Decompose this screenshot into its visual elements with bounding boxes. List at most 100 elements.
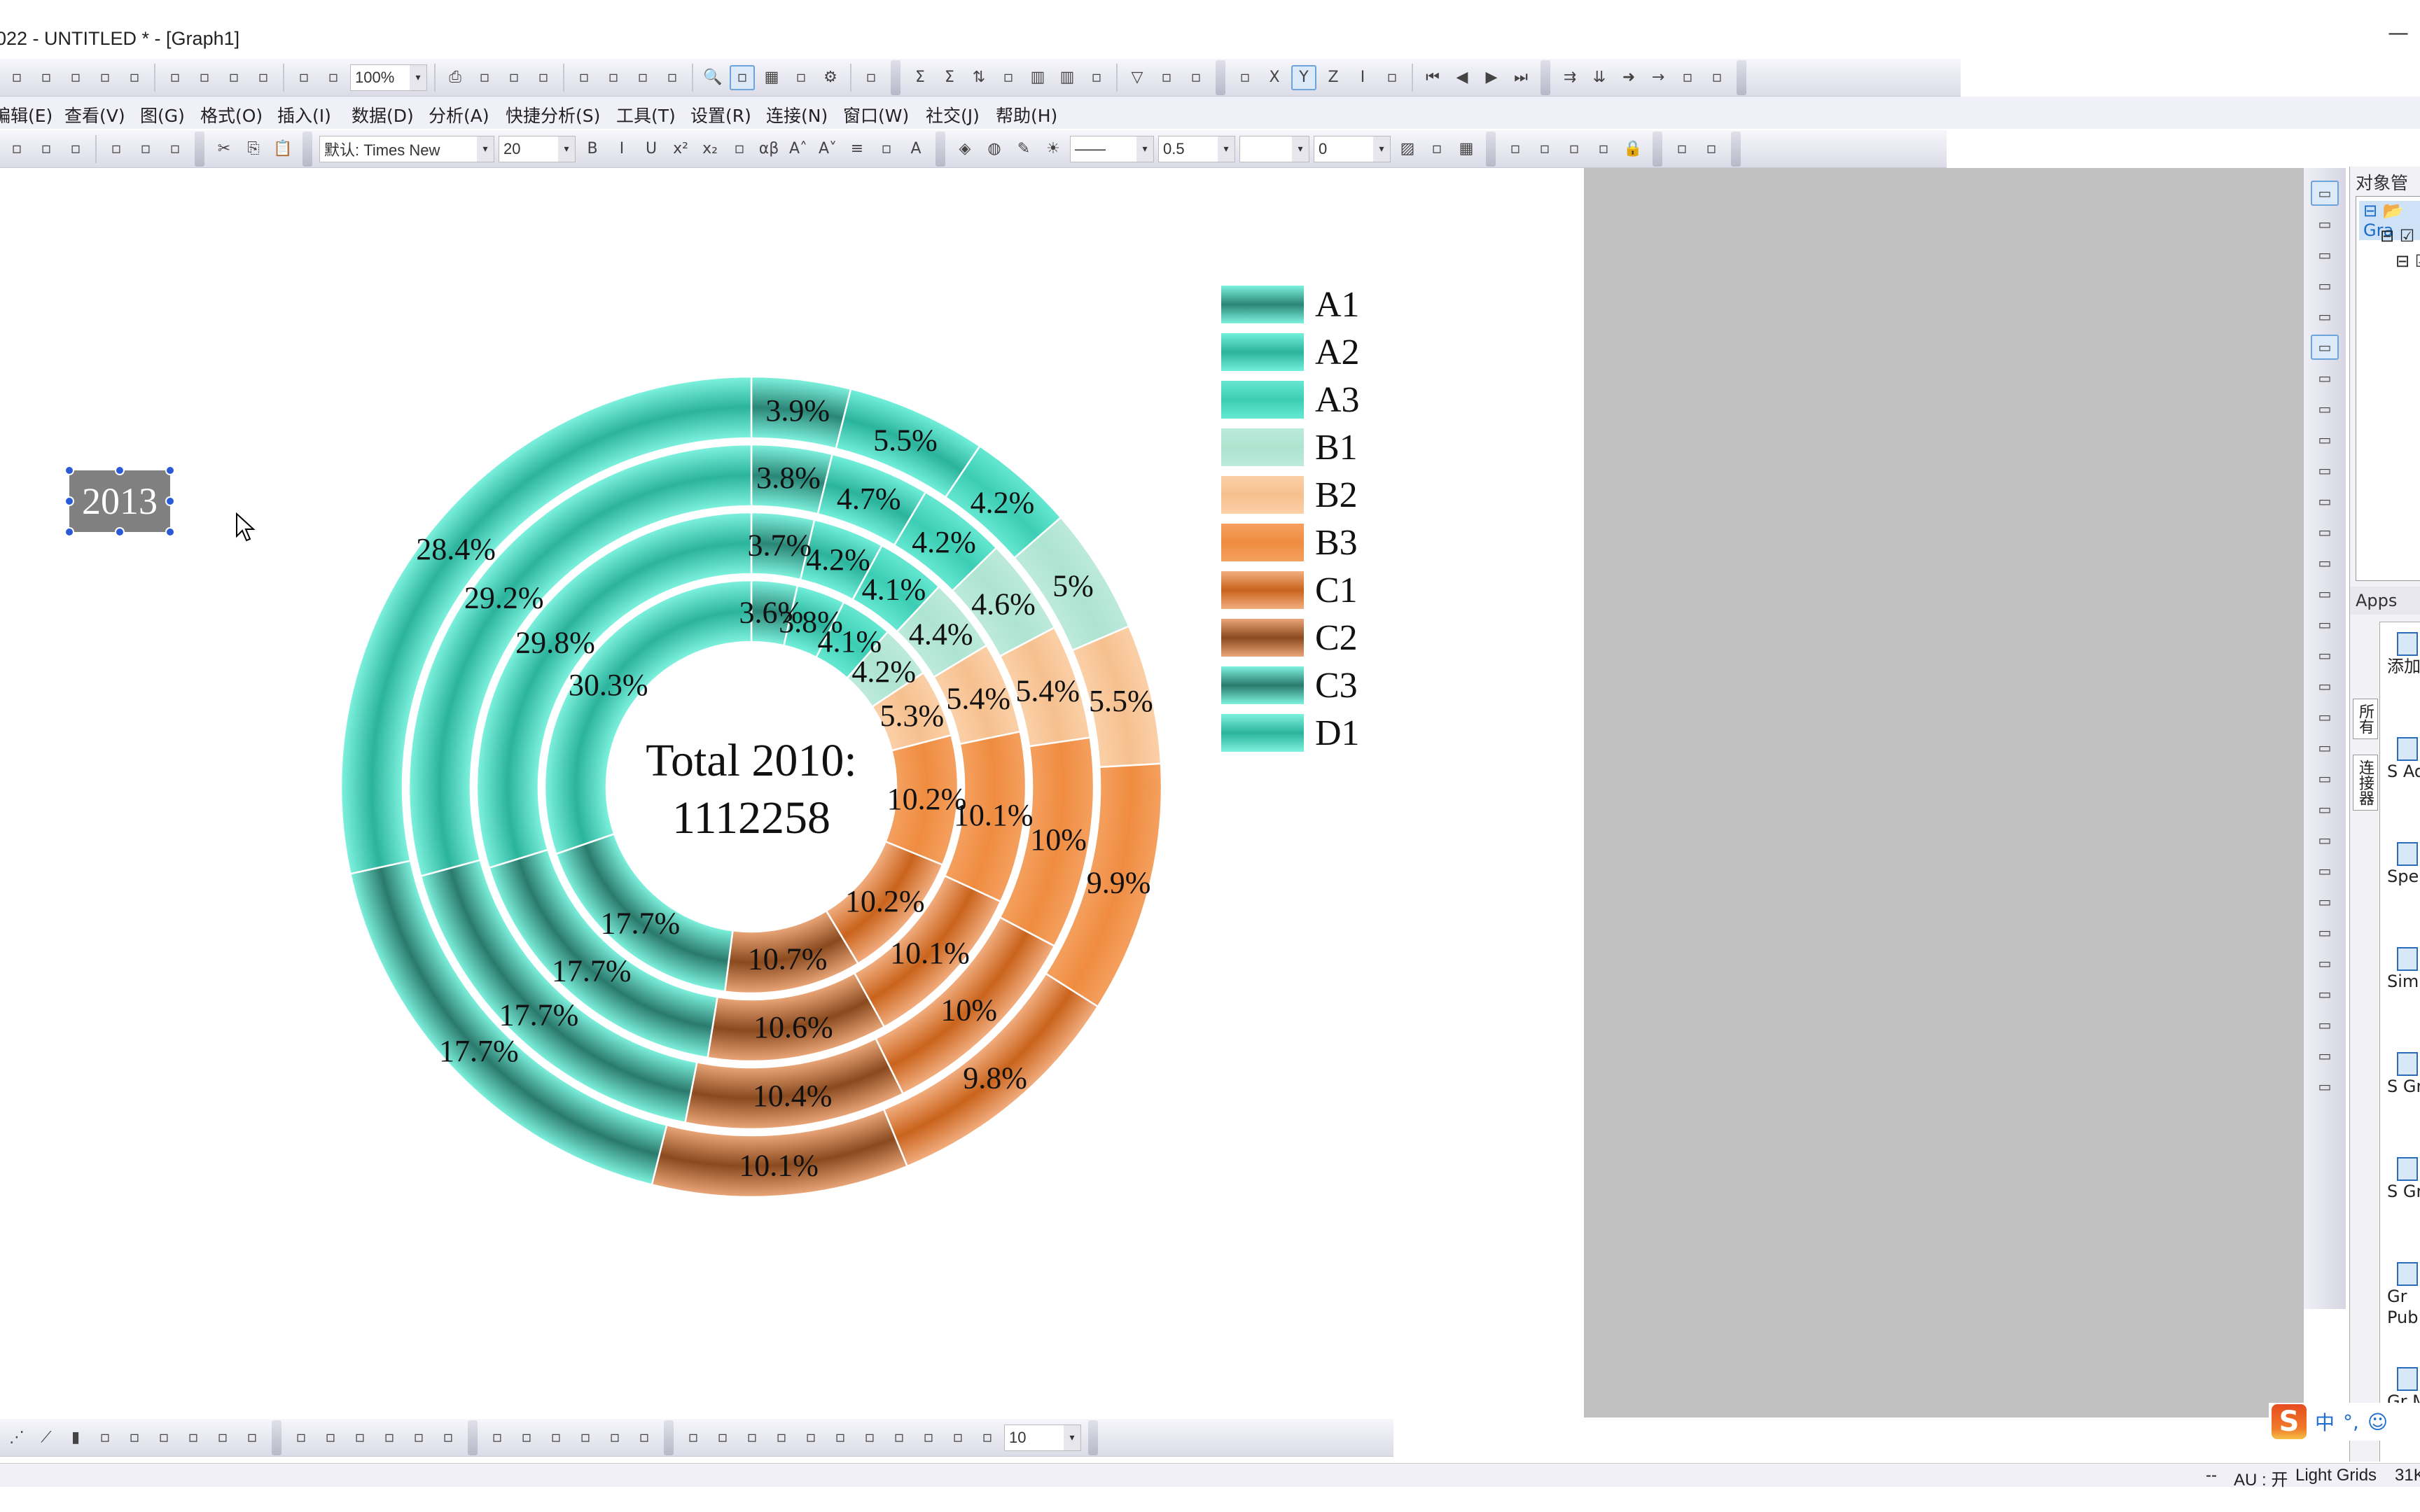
axis-top-icon[interactable]: ▭ xyxy=(2311,519,2339,545)
3d-walls-icon[interactable]: ▫ xyxy=(406,1425,431,1450)
menu-item[interactable]: 窗口(W) xyxy=(843,102,909,127)
toolbar-grip[interactable] xyxy=(1653,131,1662,167)
contour-icon[interactable]: ▫ xyxy=(92,1425,118,1450)
toolbar-grip[interactable] xyxy=(1541,59,1550,95)
menu-item[interactable]: 数据(D) xyxy=(352,102,414,127)
fill-color-icon[interactable]: ◈ xyxy=(952,136,978,162)
polar-icon[interactable]: ▫ xyxy=(181,1425,206,1450)
set-as-z-icon[interactable]: Z xyxy=(1321,65,1346,90)
scatter-icon[interactable]: ⋰ xyxy=(4,1425,29,1450)
line-color-icon[interactable]: ✎ xyxy=(1011,136,1036,162)
3d-bar-icon[interactable]: ▫ xyxy=(318,1425,343,1450)
rotate-left-icon[interactable]: ▫ xyxy=(485,1425,510,1450)
column-spacing-icon[interactable]: ▫ xyxy=(874,136,899,162)
layer-add-icon[interactable]: ▫ xyxy=(4,136,29,162)
toolbar-grip[interactable] xyxy=(195,131,204,167)
unmerge-cells-icon[interactable]: ▫ xyxy=(1532,136,1557,162)
3d-surface-icon[interactable]: ▫ xyxy=(239,1425,265,1450)
new-graph-icon[interactable]: ▫ xyxy=(34,65,59,90)
graph-layers-icon[interactable]: ▫ xyxy=(630,65,655,90)
project-tree-icon[interactable]: ▫ xyxy=(660,65,685,90)
reset-3d-icon[interactable]: ▫ xyxy=(543,1425,569,1450)
filter-clear-icon[interactable]: ▫ xyxy=(1154,65,1179,90)
tilt-right-icon[interactable]: ▫ xyxy=(710,1425,735,1450)
toolbar-combo[interactable]: —— ▾ xyxy=(1070,135,1154,162)
axis-l-icon[interactable]: ▭ xyxy=(2311,612,2339,637)
set-as-y-icon[interactable]: Y xyxy=(1291,64,1316,90)
rotate-right-icon[interactable]: ▫ xyxy=(514,1425,539,1450)
chevron-down-icon[interactable]: ▾ xyxy=(477,136,494,162)
move-first-icon[interactable]: ⏮ xyxy=(1420,65,1445,90)
menu-item[interactable]: 设置(R) xyxy=(690,102,751,127)
menu-item[interactable]: 连接(N) xyxy=(766,102,828,127)
add-layer-icon[interactable]: ▫ xyxy=(104,136,129,162)
resize-handle[interactable] xyxy=(64,496,74,506)
align-top-icon[interactable]: ▭ xyxy=(2311,735,2339,760)
edit-workbook-icon[interactable]: ▫ xyxy=(571,65,597,90)
menu-item[interactable]: 插入(I) xyxy=(277,102,331,127)
cut-icon[interactable]: ✂ xyxy=(211,136,237,162)
toolbar-grip[interactable] xyxy=(891,59,900,95)
toolbar-grip[interactable] xyxy=(1731,131,1741,167)
minimize-button[interactable]: — xyxy=(2388,21,2409,46)
distribute-v-icon[interactable]: ▭ xyxy=(2311,889,2339,914)
3d-scatter-icon[interactable]: ▫ xyxy=(288,1425,314,1450)
app-item[interactable]: S Ad xyxy=(2387,737,2420,782)
align-left-icon[interactable]: ▭ xyxy=(2311,673,2339,699)
align-left-icon[interactable]: ≡ xyxy=(844,136,870,162)
tilt-left-icon[interactable]: ▫ xyxy=(681,1425,706,1450)
ime-logo-icon[interactable]: S xyxy=(2272,1404,2307,1439)
layer-copy-icon[interactable]: ▫ xyxy=(162,136,188,162)
zoom-in-icon[interactable]: 🔍 xyxy=(700,65,725,90)
cube-icon[interactable]: ▫ xyxy=(886,1425,912,1450)
move-down-icon[interactable]: ⇊ xyxy=(1587,65,1612,90)
filter-icon[interactable]: ▽ xyxy=(1125,65,1150,90)
open-project-icon[interactable]: ▫ xyxy=(162,65,188,90)
distribute-h-icon[interactable]: ▭ xyxy=(2311,858,2339,883)
rescale-icon[interactable]: ▫ xyxy=(730,64,755,90)
menu-item[interactable]: 工具(T) xyxy=(616,102,676,127)
toolbar-grip[interactable] xyxy=(1737,59,1746,95)
export-graph-icon[interactable]: ▫ xyxy=(501,65,527,90)
save-template-icon[interactable]: ▫ xyxy=(251,65,276,90)
tab-all[interactable]: 所有 xyxy=(2353,699,2378,739)
underline-icon[interactable]: U xyxy=(639,136,664,162)
supersubscript-icon[interactable]: ▫ xyxy=(727,136,752,162)
stretch-icon[interactable]: ▫ xyxy=(632,1425,657,1450)
new-matrix-icon[interactable]: ▫ xyxy=(92,65,118,90)
bar-chart-icon[interactable]: ▥ xyxy=(1025,65,1050,90)
rescale-x-icon[interactable]: ▭ xyxy=(2311,242,2339,267)
toolbar-combo[interactable]: 默认: Times New ▾ xyxy=(319,135,494,162)
perspective-icon[interactable]: ▫ xyxy=(798,1425,823,1450)
box-3d-icon[interactable]: ▫ xyxy=(975,1425,1000,1450)
box-chart-icon[interactable]: ▫ xyxy=(1084,65,1109,90)
toolbar-combo[interactable]: ▾ xyxy=(1239,135,1309,162)
font-color-icon[interactable]: A xyxy=(903,136,929,162)
move-left-icon[interactable]: ◀ xyxy=(1449,65,1475,90)
chevron-down-icon[interactable]: ▾ xyxy=(1373,136,1390,162)
column-chart-icon[interactable]: ▥ xyxy=(1055,65,1080,90)
arrow-line-icon[interactable]: ▫ xyxy=(1704,65,1730,90)
arrow-right-small-icon[interactable]: → xyxy=(1646,65,1671,90)
column-list-icon[interactable]: ▫ xyxy=(601,65,626,90)
distribute-v-icon[interactable]: ▫ xyxy=(1562,136,1587,162)
merge-cells-icon[interactable]: ▫ xyxy=(1503,136,1528,162)
font-decrease-icon[interactable]: A˅ xyxy=(815,136,840,162)
lock-icon[interactable]: 🔒 xyxy=(1620,136,1646,162)
year-text-object[interactable]: 2013 xyxy=(69,470,170,532)
graph-page[interactable]: 3.6% 3.8% 4.1% 4.2% 5.3% 10.2% 10.2% 10.7% 17.7%… xyxy=(0,168,1584,1418)
ime-emoji-icon[interactable]: ☺ xyxy=(2367,1410,2388,1434)
italic-icon[interactable]: I xyxy=(609,136,634,162)
run-script-icon[interactable]: ▫ xyxy=(291,65,317,90)
axis-custom-icon[interactable]: ▭ xyxy=(2311,643,2339,668)
link-layer-icon[interactable]: ▫ xyxy=(133,136,158,162)
app-item[interactable]: Spe xyxy=(2387,842,2420,887)
align-bottom-icon[interactable]: ▭ xyxy=(2311,766,2339,791)
app-item[interactable]: 添加 xyxy=(2387,632,2420,677)
layout-grid-icon[interactable]: ▫ xyxy=(1699,136,1724,162)
font-increase-icon[interactable]: A˄ xyxy=(786,136,811,162)
tab-connectors[interactable]: 连接器 xyxy=(2353,755,2378,811)
axis-bottom-icon[interactable]: ▭ xyxy=(2311,489,2339,514)
app-item[interactable]: Gr Pub xyxy=(2387,1262,2420,1328)
menu-item[interactable]: 格式(O) xyxy=(200,102,263,127)
